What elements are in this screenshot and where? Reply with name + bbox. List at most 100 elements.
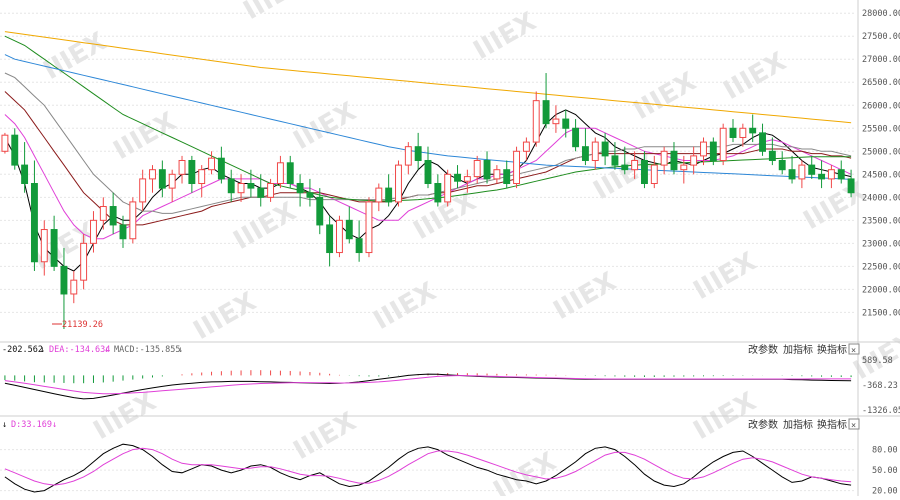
- candle[interactable]: [730, 119, 736, 142]
- candle-body: [248, 184, 254, 189]
- candle[interactable]: [789, 156, 795, 184]
- candle-body: [632, 160, 638, 169]
- candle-body: [435, 184, 441, 202]
- candle[interactable]: [51, 216, 57, 271]
- candle[interactable]: [179, 156, 185, 184]
- macd-tick-label: 589.58: [862, 356, 893, 366]
- candle-body: [701, 142, 707, 156]
- candle-body: [582, 147, 588, 161]
- candle[interactable]: [691, 147, 697, 175]
- macd-histogram: [5, 370, 851, 383]
- candle-body: [464, 177, 470, 182]
- candle[interactable]: [445, 170, 451, 207]
- candle-body: [22, 165, 28, 183]
- candle[interactable]: [287, 156, 293, 188]
- candle[interactable]: [189, 156, 195, 193]
- candle[interactable]: [199, 165, 205, 197]
- candle-body: [100, 207, 106, 221]
- candle-body: [31, 184, 37, 262]
- candle[interactable]: [140, 170, 146, 211]
- candle[interactable]: [828, 165, 834, 188]
- candle[interactable]: [169, 170, 175, 202]
- kdj-tick-label: 50.00: [872, 466, 898, 476]
- kdj-tick-label: 20.00: [872, 487, 898, 496]
- candle[interactable]: [612, 142, 618, 170]
- candle-body: [120, 225, 126, 239]
- price-tick-label: 27000.00: [862, 55, 900, 65]
- candle[interactable]: [327, 216, 333, 267]
- candle-body: [533, 101, 539, 142]
- candle[interactable]: [356, 220, 362, 261]
- candle-body: [71, 280, 77, 294]
- candle[interactable]: [415, 133, 421, 170]
- candle[interactable]: [2, 133, 8, 154]
- kdj-edit-params-button[interactable]: 改参数: [748, 418, 778, 431]
- candle[interactable]: [110, 193, 116, 234]
- macd-edit-params-button[interactable]: 改参数: [748, 343, 778, 356]
- candle[interactable]: [563, 110, 569, 138]
- candle[interactable]: [573, 119, 579, 151]
- candle[interactable]: [543, 73, 549, 128]
- kdj-tick-label: 80.00: [872, 446, 898, 456]
- candle-body: [543, 101, 549, 124]
- candle[interactable]: [12, 128, 18, 169]
- macd-macd-label: MACD:-135.855: [114, 345, 181, 355]
- candle[interactable]: [504, 160, 510, 188]
- low-marker-label: 21139.26: [62, 320, 103, 330]
- candle[interactable]: [838, 160, 844, 183]
- candle[interactable]: [22, 142, 28, 193]
- price-tick-label: 23500.00: [862, 216, 900, 226]
- candle[interactable]: [159, 160, 165, 197]
- candle-body: [828, 170, 834, 179]
- candle[interactable]: [750, 114, 756, 142]
- macd-switch-indicator-button[interactable]: 换指标: [817, 343, 847, 356]
- watermark-logo: IIIEX: [549, 267, 622, 326]
- candle[interactable]: [582, 128, 588, 165]
- candle-body: [730, 128, 736, 137]
- candle[interactable]: [307, 179, 313, 207]
- candle[interactable]: [100, 197, 106, 229]
- candle[interactable]: [494, 165, 500, 183]
- candle[interactable]: [336, 216, 342, 257]
- candle[interactable]: [218, 147, 224, 184]
- candle[interactable]: [277, 156, 283, 188]
- candle[interactable]: [602, 133, 608, 165]
- candle-body: [848, 179, 854, 193]
- kdj-add-indicator-button[interactable]: 加指标: [783, 418, 813, 431]
- candle[interactable]: [514, 147, 520, 188]
- candle[interactable]: [769, 137, 775, 165]
- macd-add-indicator-button[interactable]: 加指标: [783, 343, 813, 356]
- candle[interactable]: [435, 174, 441, 206]
- candle[interactable]: [366, 197, 372, 257]
- price-tick-label: 26000.00: [862, 101, 900, 111]
- chart-canvas: IIIEXIIIEXIIIEXIIIEXIIIEXIIIEXIIIEXIIIEX…: [0, 0, 900, 496]
- candle[interactable]: [799, 160, 805, 188]
- candle[interactable]: [71, 271, 77, 303]
- candle[interactable]: [396, 160, 402, 206]
- candle[interactable]: [533, 91, 539, 146]
- candle[interactable]: [346, 207, 352, 244]
- price-tick-label: 24500.00: [862, 170, 900, 180]
- candle[interactable]: [455, 165, 461, 188]
- candle[interactable]: [484, 151, 490, 183]
- candle[interactable]: [297, 174, 303, 206]
- candle[interactable]: [809, 156, 815, 179]
- kdj-d-label: D:33.169: [11, 420, 52, 430]
- arrow-down-icon: ↓: [52, 420, 57, 430]
- candle[interactable]: [376, 184, 382, 212]
- candle[interactable]: [720, 124, 726, 165]
- candle[interactable]: [405, 142, 411, 174]
- candle-body: [553, 119, 559, 124]
- candle-body: [376, 188, 382, 202]
- candle-body: [386, 188, 392, 202]
- candle[interactable]: [386, 174, 392, 206]
- candle[interactable]: [819, 160, 825, 188]
- candle-body: [287, 163, 293, 184]
- candle[interactable]: [150, 165, 156, 193]
- candle[interactable]: [710, 137, 716, 165]
- candle[interactable]: [130, 197, 136, 243]
- candle[interactable]: [779, 151, 785, 174]
- kdj-switch-indicator-button[interactable]: 换指标: [817, 418, 847, 431]
- candle[interactable]: [592, 137, 598, 169]
- candle[interactable]: [31, 160, 37, 270]
